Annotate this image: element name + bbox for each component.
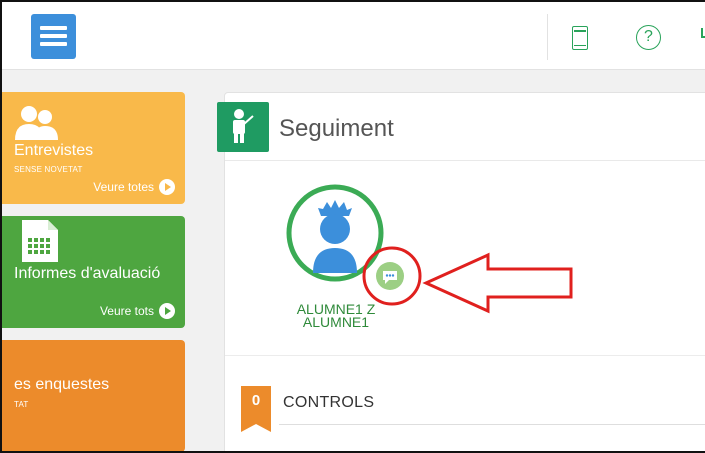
tile-surveys[interactable]: es enquestes TAT	[2, 340, 185, 451]
controls-count-badge: 0	[241, 386, 271, 434]
top-bar: ?	[2, 2, 705, 70]
tile-interviews[interactable]: Entrevistes SENSE NOVETAT Veure totes	[2, 92, 185, 204]
people-icon	[15, 106, 58, 140]
document-icon	[22, 220, 58, 262]
controls-label[interactable]: CONTROLS	[283, 394, 374, 412]
tile-surveys-subtitle: TAT	[14, 400, 29, 409]
tile-interviews-subtitle: SENSE NOVETAT	[14, 165, 83, 174]
help-icon[interactable]: ?	[636, 25, 661, 50]
hamburger-icon	[40, 26, 67, 30]
hamburger-menu-button[interactable]	[31, 14, 76, 59]
controls-underline	[279, 424, 705, 425]
topbar-divider	[547, 14, 548, 60]
teacher-board-icon	[233, 109, 254, 143]
tile-reports-title: Informes d'avaluació	[14, 265, 161, 282]
play-circle-icon	[159, 303, 175, 319]
tablet-icon[interactable]	[572, 26, 588, 50]
tile-surveys-title: es enquestes	[14, 376, 110, 393]
see-all-label: Veure tots	[99, 304, 154, 318]
chat-bubble-icon[interactable]	[375, 261, 405, 291]
panel-header-icon-box	[217, 102, 269, 152]
panel-title: Seguiment	[279, 115, 394, 142]
see-all-reports-link[interactable]: Veure tots	[100, 303, 175, 319]
see-all-label: Veure totes	[93, 180, 154, 194]
tile-interviews-title: Entrevistes	[14, 142, 94, 159]
panel-divider	[225, 355, 705, 356]
student-name[interactable]: ALUMNE1 Z ALUMNE1	[281, 302, 391, 330]
panel-header: Seguiment	[217, 93, 705, 161]
see-all-interviews-link[interactable]: Veure totes	[93, 179, 175, 195]
tile-reports[interactable]: Informes d'avaluació Veure tots	[2, 216, 185, 328]
follow-up-panel: Seguiment ALUMNE1 Z ALUMNE1 0 CONTROLS	[217, 92, 705, 451]
partial-icon	[701, 28, 705, 38]
app-frame: ? Entrevistes SENSE NOVETAT Veure totes	[0, 0, 705, 453]
play-circle-icon	[159, 179, 175, 195]
controls-count: 0	[251, 392, 261, 409]
student-name-line2: ALUMNE1	[302, 314, 370, 330]
